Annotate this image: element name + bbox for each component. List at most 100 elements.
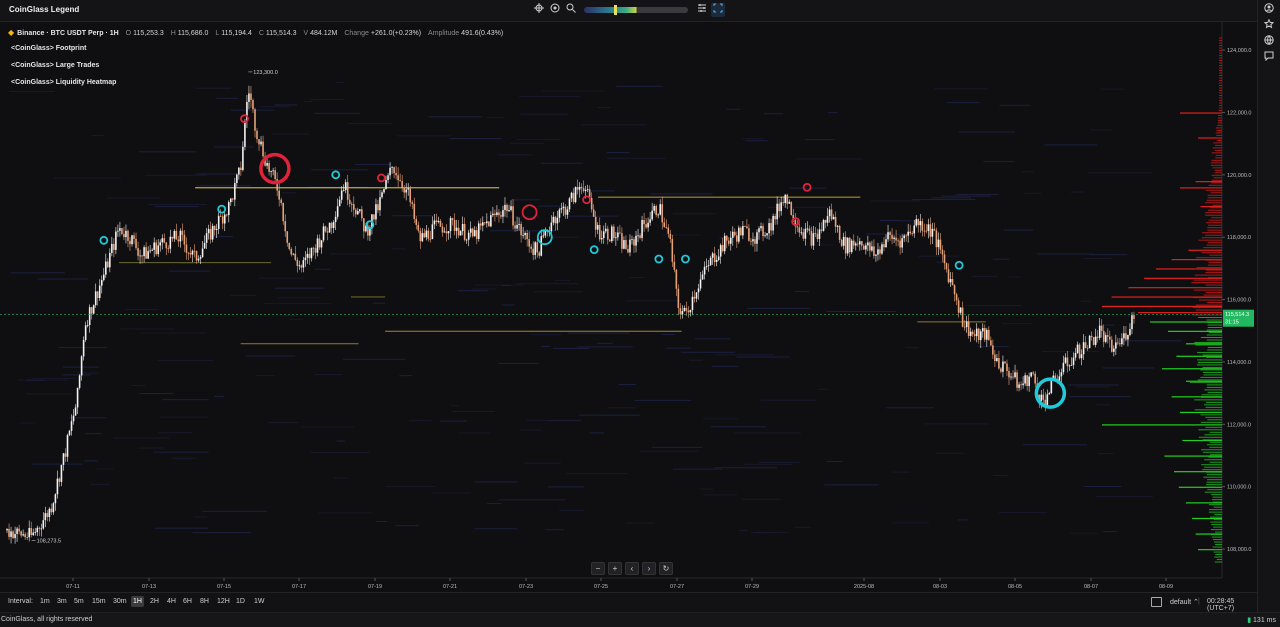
globe-icon[interactable] xyxy=(1262,35,1276,49)
clock-display[interactable]: 00:28:45 (UTC+7) xyxy=(1207,598,1257,612)
bullish-candle xyxy=(236,174,238,184)
price-tick-label: 116,000.0 xyxy=(1227,298,1251,304)
heatmap-cell xyxy=(140,332,206,334)
bullish-candle xyxy=(477,223,480,239)
bullish-candle xyxy=(659,204,662,215)
scroll-right-button[interactable]: › xyxy=(642,562,656,575)
interval-1w[interactable]: 1W xyxy=(252,596,267,607)
bearish-candle xyxy=(1117,342,1119,344)
interval-bar: Interval: 1m 3m 5m 15m 30m 1H 2H 4H 6H 8… xyxy=(0,592,1257,612)
bid-liquidity-tick xyxy=(1206,386,1222,388)
bullish-candle xyxy=(6,528,8,531)
interval-15m[interactable]: 15m xyxy=(90,596,108,607)
interval-2h[interactable]: 2H xyxy=(148,596,161,607)
chart-area[interactable]: 123,300.0 108,273.5 124,000.0 122,000.0 120,… xyxy=(0,22,1257,590)
heatmap-cell xyxy=(91,135,105,137)
bullish-candle xyxy=(738,227,740,242)
interval-12h[interactable]: 12H xyxy=(215,596,232,607)
time-tick-label: 08-05 xyxy=(1008,584,1022,590)
heatmap-cell xyxy=(758,462,801,464)
bullish-candle xyxy=(375,204,377,220)
bearish-candle xyxy=(895,237,897,241)
bearish-candle xyxy=(951,279,954,286)
fullscreen-icon[interactable] xyxy=(711,3,725,17)
interval-1m[interactable]: 1m xyxy=(38,596,52,607)
price-tick-label: 122,000.0 xyxy=(1227,110,1251,116)
heatmap-cell xyxy=(589,432,604,434)
ask-liquidity-tick xyxy=(1219,92,1222,94)
bullish-candle xyxy=(1018,384,1020,388)
bullish-candle xyxy=(927,224,930,231)
ask-liquidity-tick xyxy=(1194,274,1222,276)
interval-6h[interactable]: 6H xyxy=(181,596,194,607)
chat-icon[interactable] xyxy=(1262,51,1276,65)
interval-3m[interactable]: 3m xyxy=(55,596,69,607)
interval-4h[interactable]: 4H xyxy=(165,596,178,607)
close-label: C xyxy=(258,30,264,37)
price-chart[interactable]: 123,300.0 108,273.5 124,000.0 122,000.0 120,… xyxy=(0,22,1257,590)
bearish-candle xyxy=(123,233,125,238)
heatmap-cell xyxy=(440,420,467,422)
heatmap-threshold-slider[interactable] xyxy=(584,5,688,15)
heatmap-cell xyxy=(956,193,999,195)
candle-countdown: 31:15 xyxy=(1225,320,1239,326)
bullish-candle xyxy=(885,239,887,248)
interval-30m[interactable]: 30m xyxy=(111,596,129,607)
bearish-candle xyxy=(746,226,748,229)
bullish-candle xyxy=(1022,383,1024,386)
heatmap-cell xyxy=(650,193,713,195)
bullish-candle xyxy=(437,220,440,223)
bearish-candle xyxy=(409,188,412,203)
star-icon[interactable] xyxy=(1262,18,1276,33)
heatmap-cell xyxy=(626,300,681,302)
scroll-left-button[interactable]: ‹ xyxy=(625,562,639,575)
user-icon[interactable] xyxy=(1262,3,1276,17)
zoom-out-button[interactable]: − xyxy=(591,562,605,575)
indicator-footprint[interactable]: <CoinGlass> Footprint xyxy=(11,45,86,52)
ask-liquidity-tick xyxy=(1205,269,1222,271)
indicator-liquidity-heatmap[interactable]: <CoinGlass> Liquidity Heatmap xyxy=(11,79,116,86)
bearish-candle xyxy=(973,334,976,337)
bullish-candle xyxy=(806,228,809,230)
heatmap-cell xyxy=(486,117,505,119)
ask-liquidity-tick xyxy=(1213,177,1222,179)
bullish-candle xyxy=(1094,336,1097,345)
heatmap-cell xyxy=(526,419,582,421)
bullish-candle xyxy=(117,230,119,232)
reset-chart-button[interactable]: ↻ xyxy=(659,562,673,575)
slider-thumb[interactable] xyxy=(614,5,617,15)
bid-liquidity-tick xyxy=(1196,364,1222,366)
bullish-candle xyxy=(919,221,922,226)
bearish-candle xyxy=(352,204,355,210)
heatmap-cell xyxy=(502,304,515,306)
settings-icon[interactable] xyxy=(695,3,709,17)
heatmap-cell xyxy=(540,90,604,92)
heatmap-cell xyxy=(1044,144,1098,146)
template-select[interactable]: default ⌃ xyxy=(1170,598,1199,606)
crosshair-icon[interactable] xyxy=(532,3,546,17)
interval-1h[interactable]: 1H xyxy=(131,596,144,607)
indicator-large-trades[interactable]: <CoinGlass> Large Trades xyxy=(11,62,99,69)
heatmap-cell xyxy=(704,494,737,496)
interval-8h[interactable]: 8H xyxy=(198,596,211,607)
bearish-candle xyxy=(998,358,1000,369)
zoom-in-button[interactable]: + xyxy=(608,562,622,575)
bearish-candle xyxy=(838,225,841,240)
interval-5m[interactable]: 5m xyxy=(72,596,86,607)
search-icon[interactable] xyxy=(564,3,578,17)
magnet-icon[interactable] xyxy=(548,3,562,17)
heatmap-cell xyxy=(107,197,160,199)
bullish-candle xyxy=(389,167,391,176)
heatmap-cell xyxy=(20,422,36,424)
bearish-candle xyxy=(554,216,557,224)
bearish-candle xyxy=(679,307,682,315)
bullish-candle xyxy=(859,241,861,245)
bearish-candle xyxy=(925,230,928,232)
bid-liquidity-bar xyxy=(1186,343,1222,345)
bid-liquidity-tick xyxy=(1200,369,1222,371)
heatmap-cell xyxy=(211,236,234,238)
screenshot-icon[interactable] xyxy=(1151,597,1162,607)
heatmap-cell xyxy=(824,484,879,486)
interval-1d[interactable]: 1D xyxy=(234,596,247,607)
bearish-candle xyxy=(606,228,609,240)
